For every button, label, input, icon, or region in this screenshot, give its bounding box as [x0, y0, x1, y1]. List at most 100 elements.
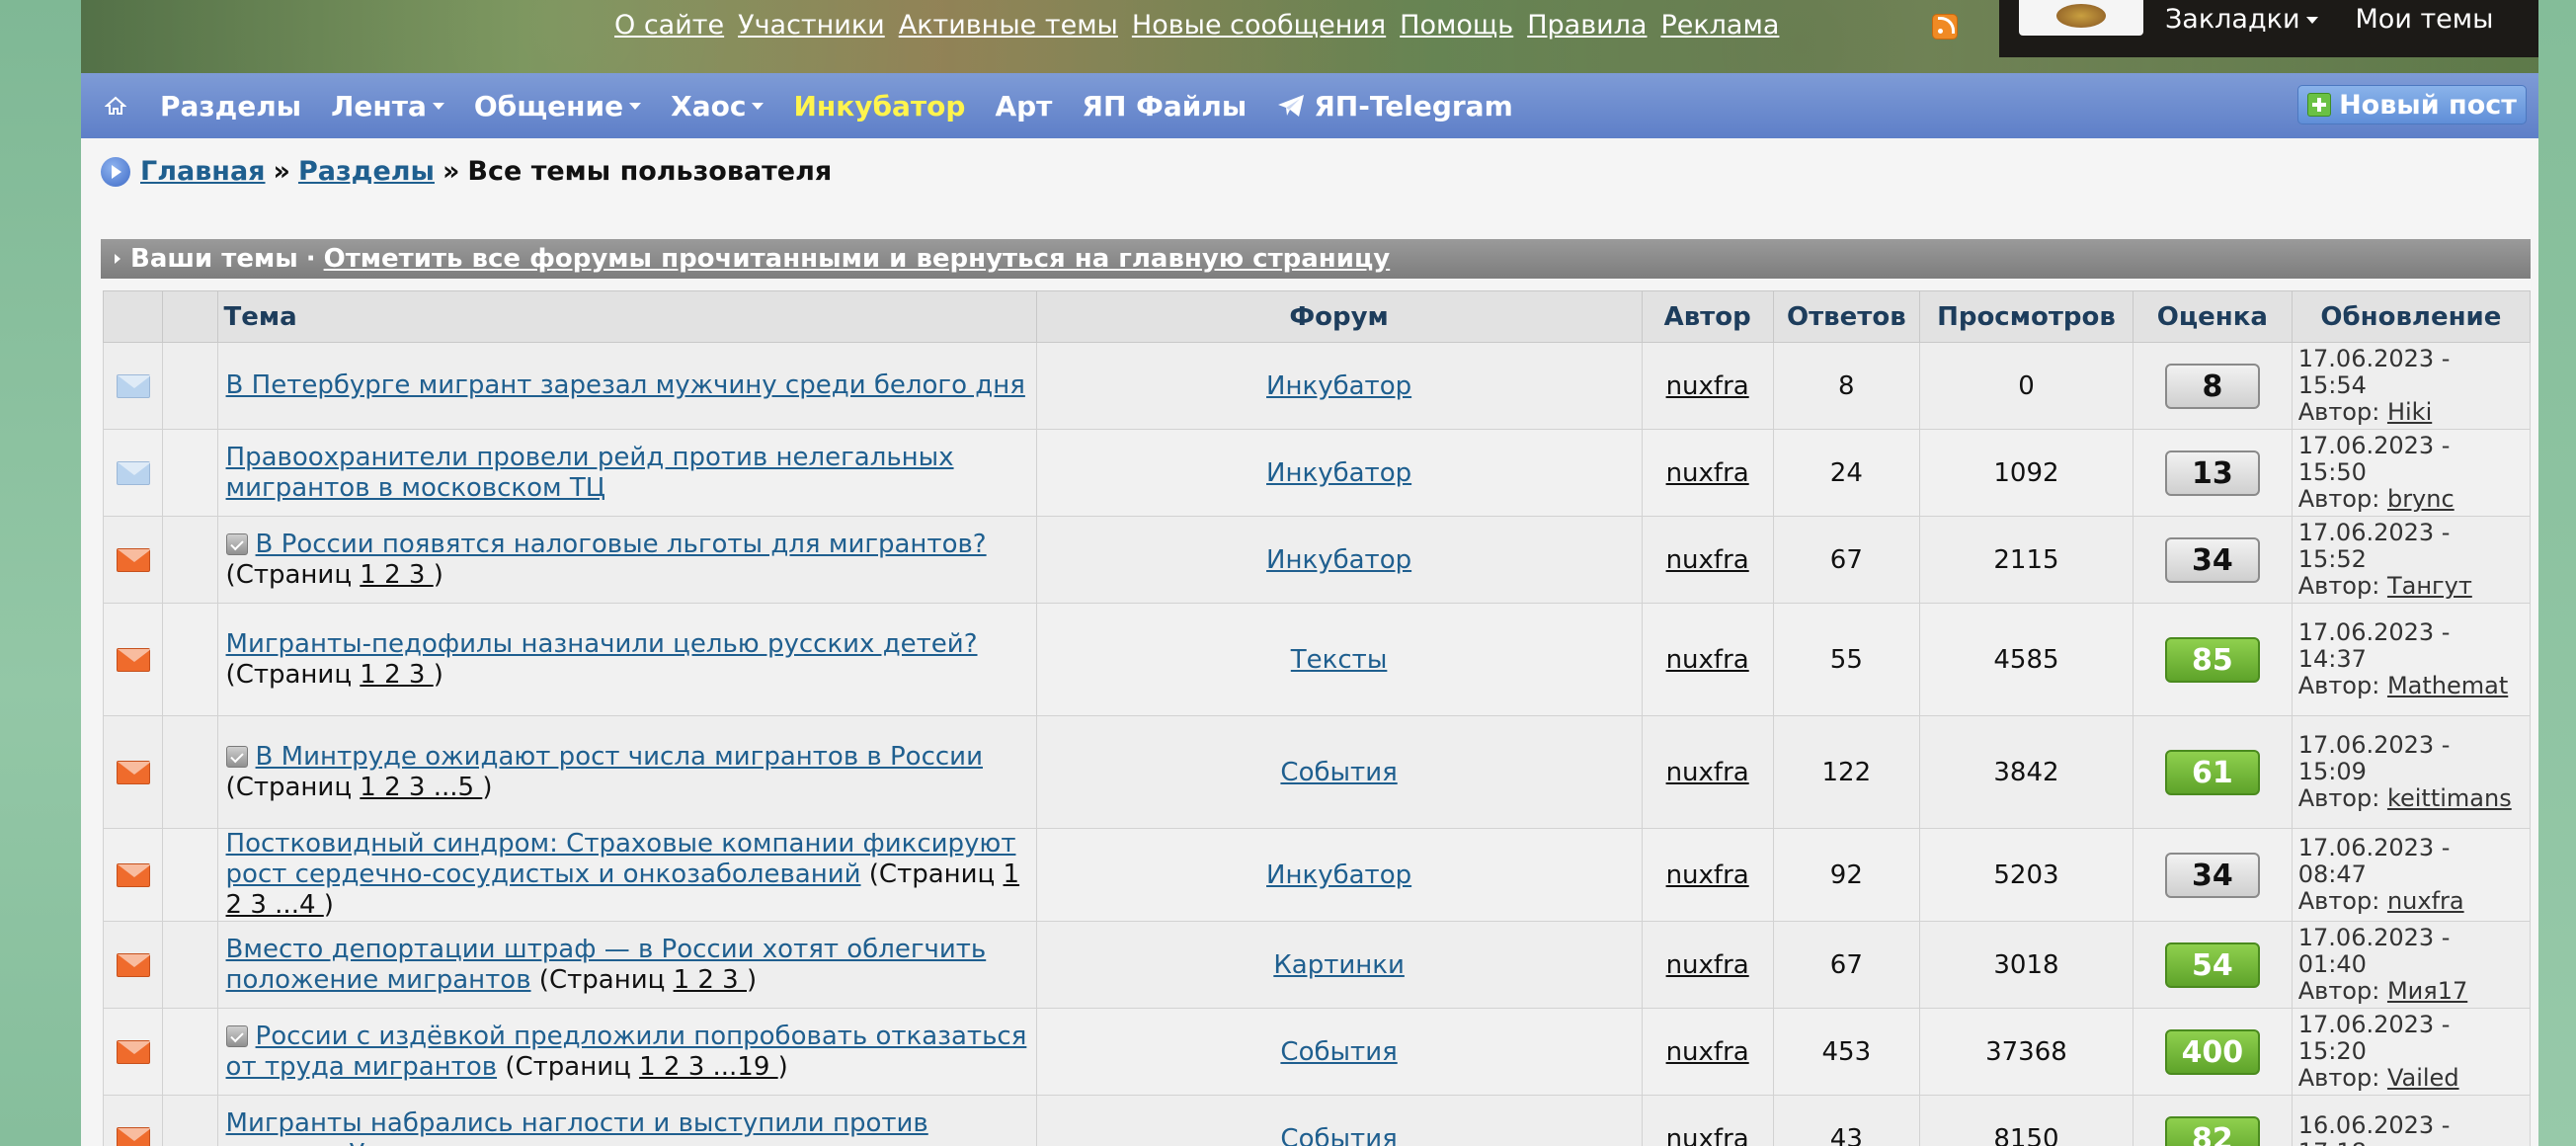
author-link[interactable]: nuxfra [1666, 1124, 1749, 1146]
topic-link[interactable]: Мигранты набрались наглости и выступили … [226, 1108, 928, 1146]
views-cell: 3018 [1918, 921, 2133, 1009]
row-icon-cell [162, 429, 218, 517]
forum-cell: Картинки [1035, 921, 1643, 1009]
header-icon2 [162, 290, 218, 343]
rating-badge[interactable]: 400 [2164, 1028, 2260, 1075]
rating-badge[interactable]: 54 [2164, 941, 2260, 988]
home-icon[interactable] [105, 95, 126, 117]
author-link[interactable]: nuxfra [1666, 458, 1749, 488]
triangle-right-icon [115, 254, 121, 264]
panel-header: Ваши темы · Отметить все форумы прочитан… [101, 239, 2531, 279]
replies-cell: 122 [1772, 715, 1920, 829]
nav-telegram[interactable]: ЯП-Telegram [1276, 90, 1513, 123]
author-link[interactable]: nuxfra [1666, 950, 1749, 980]
rating-badge[interactable]: 85 [2164, 636, 2260, 683]
forum-link[interactable]: Тексты [1291, 645, 1388, 675]
top-link-members[interactable]: Участники [738, 10, 885, 41]
author-link[interactable]: nuxfra [1666, 545, 1749, 575]
top-link-help[interactable]: Помощь [1400, 10, 1513, 41]
topic-cell: Вместо депортации штраф — в России хотят… [216, 921, 1037, 1009]
top-link-ads[interactable]: Реклама [1660, 10, 1779, 41]
plus-icon [2307, 93, 2332, 117]
envelope-icon [116, 1040, 151, 1064]
last-post-author-link[interactable]: Тангут [2387, 572, 2472, 600]
author-link[interactable]: nuxfra [1666, 1037, 1749, 1067]
topic-link[interactable]: Правоохранители провели рейд против неле… [226, 443, 954, 503]
rating-badge[interactable]: 61 [2164, 749, 2260, 795]
new-post-button[interactable]: Новый пост [2297, 85, 2527, 124]
topic-link[interactable]: Мигранты-педофилы назначили целью русски… [226, 629, 978, 659]
breadcrumb-home[interactable]: Главная [140, 156, 266, 187]
topic-pages-link[interactable]: 1 2 3 [360, 660, 433, 690]
forum-link[interactable]: События [1280, 1037, 1397, 1067]
bookmarks-menu[interactable]: Закладки [2165, 4, 2318, 35]
header-topic[interactable]: Тема [216, 290, 1037, 343]
breadcrumb-sections[interactable]: Разделы [298, 156, 435, 187]
envelope-icon [116, 648, 151, 672]
nav-feed[interactable]: Лента [331, 90, 444, 123]
last-post-author-link[interactable]: Vailed [2387, 1064, 2459, 1092]
forum-cell: Тексты [1035, 603, 1643, 716]
views-cell: 37368 [1918, 1008, 2133, 1096]
nav-chaos[interactable]: Хаос [671, 90, 765, 123]
rating-badge[interactable]: 8 [2164, 363, 2260, 409]
rating-badge[interactable]: 82 [2164, 1115, 2260, 1146]
user-menu: Закладки Мои темы [1999, 0, 2538, 57]
topic-pages-link[interactable]: 1 2 3 [674, 965, 747, 995]
topic-pages-link[interactable]: 1 2 3 ...19 [639, 1052, 778, 1082]
nav-art[interactable]: Арт [995, 90, 1052, 123]
last-post-author-link[interactable]: Мия17 [2387, 977, 2467, 1005]
header-replies[interactable]: Ответов [1772, 290, 1920, 343]
rating-cell: 34 [2132, 516, 2293, 604]
forum-link[interactable]: Инкубатор [1266, 545, 1411, 575]
rating-badge[interactable]: 13 [2164, 450, 2260, 496]
row-icon-cell [162, 921, 218, 1009]
header-banner: О сайте Участники Активные темы Новые со… [81, 0, 2538, 73]
forum-link[interactable]: Инкубатор [1266, 371, 1411, 401]
last-post-author-link[interactable]: Hiki [2387, 398, 2432, 426]
forum-link[interactable]: События [1280, 1124, 1397, 1146]
last-post-author-link[interactable]: nuxfra [2387, 887, 2464, 915]
nav-sections[interactable]: Разделы [160, 90, 301, 123]
forum-link[interactable]: Инкубатор [1266, 458, 1411, 488]
topic-type-icon [225, 746, 248, 768]
author-link[interactable]: nuxfra [1666, 371, 1749, 401]
top-link-about[interactable]: О сайте [614, 10, 724, 41]
author-link[interactable]: nuxfra [1666, 645, 1749, 675]
nav-incubator[interactable]: Инкубатор [793, 90, 965, 123]
forum-link[interactable]: Инкубатор [1266, 860, 1411, 890]
last-post-author-link[interactable]: keittimans [2387, 784, 2512, 812]
rating-badge[interactable]: 34 [2164, 536, 2260, 583]
nav-files[interactable]: ЯП Файлы [1082, 90, 1247, 123]
topic-link[interactable]: В России появятся налоговые льготы для м… [256, 530, 987, 559]
nav-communication[interactable]: Общение [474, 90, 642, 123]
topic-link[interactable]: В Минтруде ожидают рост числа мигрантов … [256, 742, 983, 772]
topics-table: Тема Форум Автор Ответов Просмотров Оцен… [102, 290, 2532, 1146]
my-topics-link[interactable]: Мои темы [2356, 4, 2494, 35]
table-row: Правоохранители провели рейд против неле… [102, 429, 2532, 517]
topic-pages-link[interactable]: 1 2 3 [360, 560, 433, 590]
header-update[interactable]: Обновление [2291, 290, 2532, 343]
author-link[interactable]: nuxfra [1666, 860, 1749, 890]
rss-icon[interactable] [1932, 14, 1958, 40]
header-rating[interactable]: Оценка [2132, 290, 2293, 343]
forum-link[interactable]: Картинки [1273, 950, 1405, 980]
last-post-author-link[interactable]: brync [2387, 485, 2455, 513]
top-link-rules[interactable]: Правила [1527, 10, 1647, 41]
author-link[interactable]: nuxfra [1666, 758, 1749, 787]
update-cell: 17.06.2023 -15:52 Автор: Тангут [2291, 516, 2532, 604]
header-views[interactable]: Просмотров [1918, 290, 2133, 343]
header-author[interactable]: Автор [1641, 290, 1774, 343]
last-post-author-link[interactable]: Mathemat [2387, 672, 2508, 699]
topic-pages-link[interactable]: 1 2 3 ...5 [360, 773, 482, 802]
update-cell: 17.06.2023 -14:37 Автор: Mathemat [2291, 603, 2532, 716]
header-forum[interactable]: Форум [1035, 290, 1643, 343]
topic-link[interactable]: В Петербурге мигрант зарезал мужчину сре… [226, 370, 1025, 400]
forum-link[interactable]: События [1280, 758, 1397, 787]
top-link-active-topics[interactable]: Активные темы [899, 10, 1118, 41]
chevron-down-icon [752, 102, 765, 110]
rating-badge[interactable]: 34 [2164, 852, 2260, 898]
avatar[interactable] [2019, 0, 2143, 36]
mark-read-link[interactable]: Отметить все форумы прочитанными и верну… [324, 244, 1391, 274]
top-link-new-messages[interactable]: Новые сообщения [1132, 10, 1386, 41]
